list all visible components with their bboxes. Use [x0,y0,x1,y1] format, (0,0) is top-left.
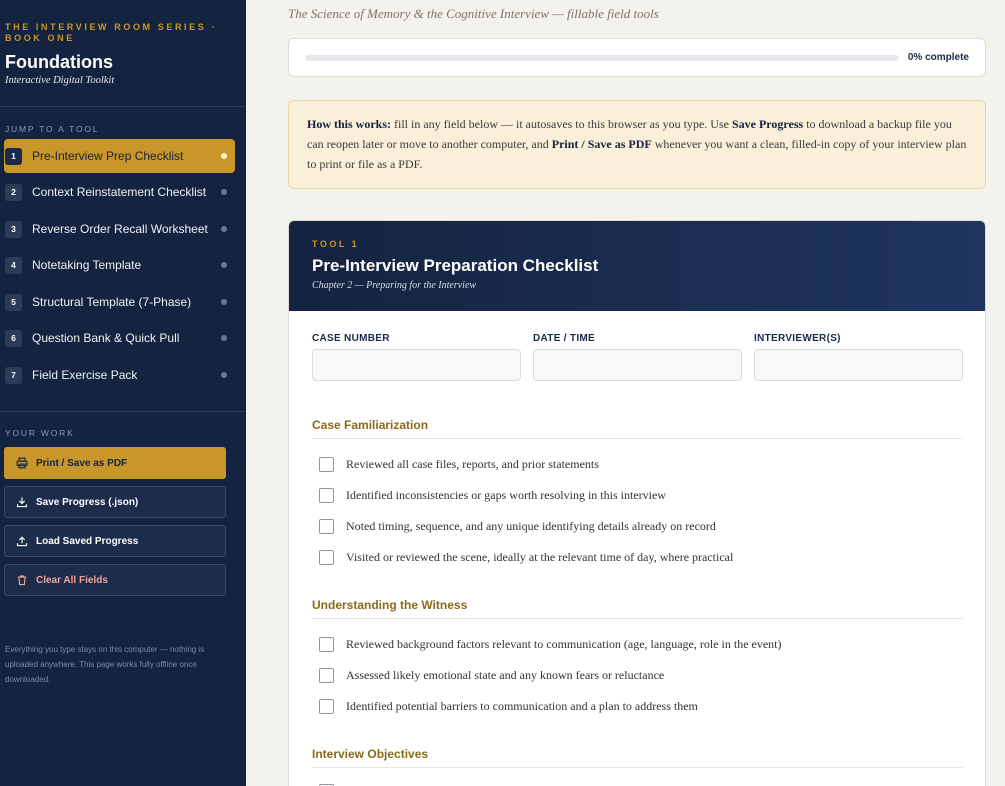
tool-header: TOOL 1 Pre-Interview Preparation Checkli… [289,221,985,311]
checklist-item-label: Visited or reviewed the scene, ideally a… [346,550,734,564]
checklist-item[interactable]: Visited or reviewed the scene, ideally a… [319,550,733,565]
load-progress-button[interactable]: Load Saved Progress [4,525,226,557]
progress-card: 0% complete [288,38,986,77]
case-number-label: CASE NUMBER [312,333,390,344]
nav-status-dot [221,335,227,341]
notice-lead: How this works: [307,117,392,131]
notice-text: fill in any field below — it autosaves t… [391,117,732,131]
sidebar-divider [0,106,246,107]
checklist-item[interactable]: Identified potential barriers to communi… [319,699,698,714]
series-label: The Interview Room Series · Book One [5,22,218,43]
nav-item-structural-template[interactable]: 5 Structural Template (7-Phase) [4,285,235,319]
checklist-item-label: Identified inconsistencies or gaps worth… [346,488,666,502]
group-divider [312,767,963,768]
checklist-item[interactable]: Reviewed all case files, reports, and pr… [319,457,599,472]
nav-status-dot [221,372,227,378]
nav-item-context-reinstatement[interactable]: 2 Context Reinstatement Checklist [4,175,235,209]
page-subtitle: The Science of Memory & the Cognitive In… [288,6,659,21]
load-progress-label: Load Saved Progress [36,535,139,547]
nav-number: 5 [5,293,22,311]
checklist-item[interactable]: Noted timing, sequence, and any unique i… [319,519,716,534]
interviewers-label: INTERVIEWER(S) [754,333,841,344]
clear-fields-button[interactable]: Clear All Fields [4,564,226,596]
nav-item-field-exercise-pack[interactable]: 7 Field Exercise Pack [4,358,235,392]
checkbox[interactable] [319,637,334,652]
nav-item-reverse-order-recall[interactable]: 3 Reverse Order Recall Worksheet [4,212,235,246]
progress-text: 0% complete [907,52,969,63]
brand-title: Foundations [5,52,113,72]
trash-icon [17,575,27,586]
upload-icon [16,536,28,547]
checkbox[interactable] [319,488,334,503]
save-progress-button[interactable]: Save Progress (.json) [4,486,226,518]
printer-icon [16,457,28,469]
checklist-item-label: Identified potential barriers to communi… [346,699,698,713]
nav-label: Reverse Order Recall Worksheet [32,222,208,236]
checklist-item-label: Reviewed background factors relevant to … [346,637,782,651]
nav-number: 7 [5,366,22,384]
nav-label: Notetaking Template [32,258,142,272]
checkbox[interactable] [319,519,334,534]
nav-status-dot [221,226,227,232]
print-pdf-label: Print / Save as PDF [36,457,128,469]
group-title-case-familiarization: Case Familiarization [312,418,429,432]
nav-number: 1 [5,147,22,165]
interviewers-input[interactable] [754,349,963,381]
checkbox[interactable] [319,550,334,565]
nav-status-dot [221,262,227,268]
nav-number: 2 [5,183,22,201]
how-it-works-notice: How this works: fill in any field below … [288,100,986,189]
checklist-item-label: Reviewed all case files, reports, and pr… [346,457,599,471]
nav-number: 3 [5,220,22,238]
nav-label: Question Bank & Quick Pull [32,331,180,345]
tool-title: Pre-Interview Preparation Checklist [312,256,599,275]
notice-emphasis: Save Progress [731,117,804,131]
checklist-item-label: Assessed likely emotional state and any … [346,668,665,682]
work-section-label: Your work [5,428,75,438]
offline-note: Everything you type stays on this comput… [5,645,205,684]
checkbox[interactable] [319,457,334,472]
nav-status-dot [221,153,227,159]
group-divider [312,618,963,619]
print-pdf-button[interactable]: Print / Save as PDF [4,447,226,479]
tool-subtitle: Chapter 2 — Preparing for the Interview [312,280,477,291]
nav-number: 6 [5,329,22,347]
download-icon [16,497,28,508]
group-title-interview-objectives: Interview Objectives [312,747,429,761]
nav-label: Structural Template (7-Phase) [32,295,192,309]
nav-label: Field Exercise Pack [32,368,138,382]
checklist-item[interactable]: Identified inconsistencies or gaps worth… [319,488,666,503]
jump-section-label: Jump to a tool [5,124,100,134]
notice-emphasis: Print / Save as PDF [551,137,652,151]
case-number-input[interactable] [312,349,521,381]
progress-bar [305,55,899,61]
checklist-item[interactable]: Reviewed background factors relevant to … [319,637,782,652]
save-progress-label: Save Progress (.json) [36,496,139,508]
tool-kicker: TOOL 1 [312,239,360,249]
group-title-understanding-witness: Understanding the Witness [312,598,468,612]
group-divider [312,438,963,439]
checklist-item-label: Noted timing, sequence, and any unique i… [346,519,716,533]
nav-status-dot [221,299,227,305]
nav-label: Pre-Interview Prep Checklist [32,149,184,163]
nav-label: Context Reinstatement Checklist [32,185,207,199]
brand-subtitle: Interactive Digital Toolkit [5,75,115,86]
nav-status-dot [221,189,227,195]
sidebar: The Interview Room Series · Book One Fou… [0,0,246,786]
date-time-input[interactable] [533,349,742,381]
nav-item-notetaking-template[interactable]: 4 Notetaking Template [4,248,235,282]
nav-item-question-bank[interactable]: 6 Question Bank & Quick Pull [4,321,235,355]
sidebar-divider [0,411,246,412]
checklist-item[interactable]: Assessed likely emotional state and any … [319,668,664,683]
date-time-label: DATE / TIME [533,333,596,344]
clear-fields-label: Clear All Fields [36,574,108,586]
nav-item-pre-interview-prep[interactable]: 1 Pre-Interview Prep Checklist [4,139,235,173]
checkbox[interactable] [319,668,334,683]
nav-number: 4 [5,256,22,274]
tool-card: TOOL 1 Pre-Interview Preparation Checkli… [288,220,986,786]
checkbox[interactable] [319,699,334,714]
